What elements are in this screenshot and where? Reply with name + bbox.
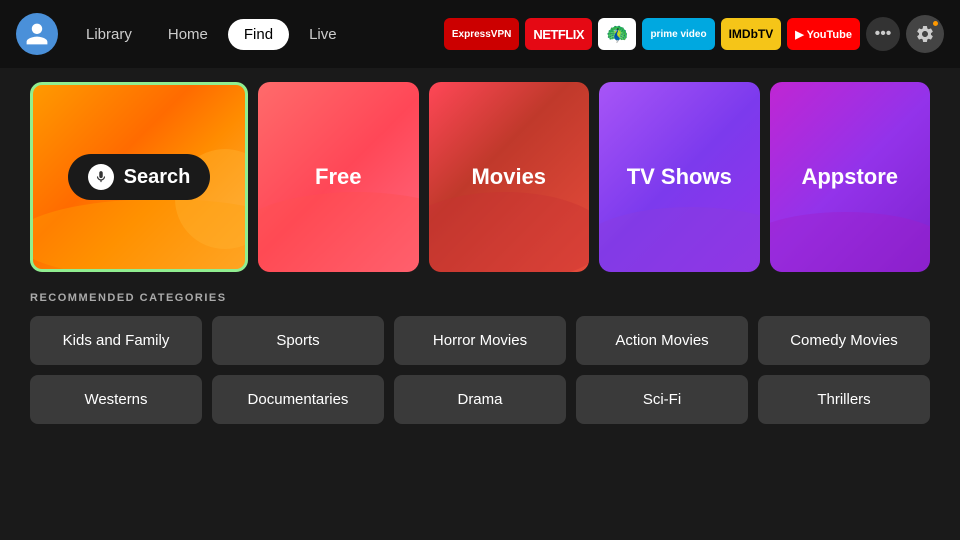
user-icon xyxy=(24,21,50,47)
categories-title: RECOMMENDED CATEGORIES xyxy=(30,292,930,304)
appstore-label: Appstore xyxy=(801,164,898,190)
tvshows-tile[interactable]: TV Shows xyxy=(599,82,760,272)
settings-notification-dot xyxy=(931,19,940,28)
avatar[interactable] xyxy=(16,13,58,55)
movies-tile[interactable]: Movies xyxy=(429,82,590,272)
nav-home[interactable]: Home xyxy=(152,19,224,50)
category-scifi[interactable]: Sci-Fi xyxy=(576,375,748,424)
category-drama[interactable]: Drama xyxy=(394,375,566,424)
appstore-tile[interactable]: Appstore xyxy=(770,82,931,272)
tvshows-label: TV Shows xyxy=(627,164,732,190)
movies-label: Movies xyxy=(471,164,546,190)
top-nav: Library Home Find Live ExpressVPN NETFLI… xyxy=(0,0,960,68)
nav-library[interactable]: Library xyxy=(70,19,148,50)
category-horror-movies[interactable]: Horror Movies xyxy=(394,316,566,365)
category-sports[interactable]: Sports xyxy=(212,316,384,365)
microphone-icon xyxy=(94,170,108,184)
category-action-movies[interactable]: Action Movies xyxy=(576,316,748,365)
category-thrillers[interactable]: Thrillers xyxy=(758,375,930,424)
category-comedy-movies[interactable]: Comedy Movies xyxy=(758,316,930,365)
settings-button[interactable] xyxy=(906,15,944,53)
featured-tiles: Search Free Movies TV Shows Appstore xyxy=(30,82,930,272)
nav-find[interactable]: Find xyxy=(228,19,289,50)
main-content: Search Free Movies TV Shows Appstore REC… xyxy=(0,68,960,424)
app-icons: ExpressVPN NETFLIX 🦚 prime video IMDbTV … xyxy=(444,15,944,53)
search-tile[interactable]: Search xyxy=(30,82,248,272)
netflix-badge[interactable]: NETFLIX xyxy=(525,18,592,50)
free-tile[interactable]: Free xyxy=(258,82,419,272)
youtube-badge[interactable]: ▶ YouTube xyxy=(787,18,860,50)
nav-links: Library Home Find Live xyxy=(70,19,353,50)
search-label: Search xyxy=(124,166,191,189)
category-westerns[interactable]: Westerns xyxy=(30,375,202,424)
peacock-badge[interactable]: 🦚 xyxy=(598,18,636,50)
category-grid: Kids and Family Sports Horror Movies Act… xyxy=(30,316,930,424)
nav-live[interactable]: Live xyxy=(293,19,353,50)
mic-icon xyxy=(88,164,114,190)
free-label: Free xyxy=(315,164,361,190)
category-kids-family[interactable]: Kids and Family xyxy=(30,316,202,365)
imdb-badge[interactable]: IMDbTV xyxy=(721,18,782,50)
search-pill[interactable]: Search xyxy=(68,154,211,200)
category-documentaries[interactable]: Documentaries xyxy=(212,375,384,424)
categories-section: RECOMMENDED CATEGORIES Kids and Family S… xyxy=(30,292,930,424)
expressvpn-badge[interactable]: ExpressVPN xyxy=(444,18,519,50)
prime-badge[interactable]: prime video xyxy=(642,18,714,50)
more-button[interactable]: ••• xyxy=(866,17,900,51)
